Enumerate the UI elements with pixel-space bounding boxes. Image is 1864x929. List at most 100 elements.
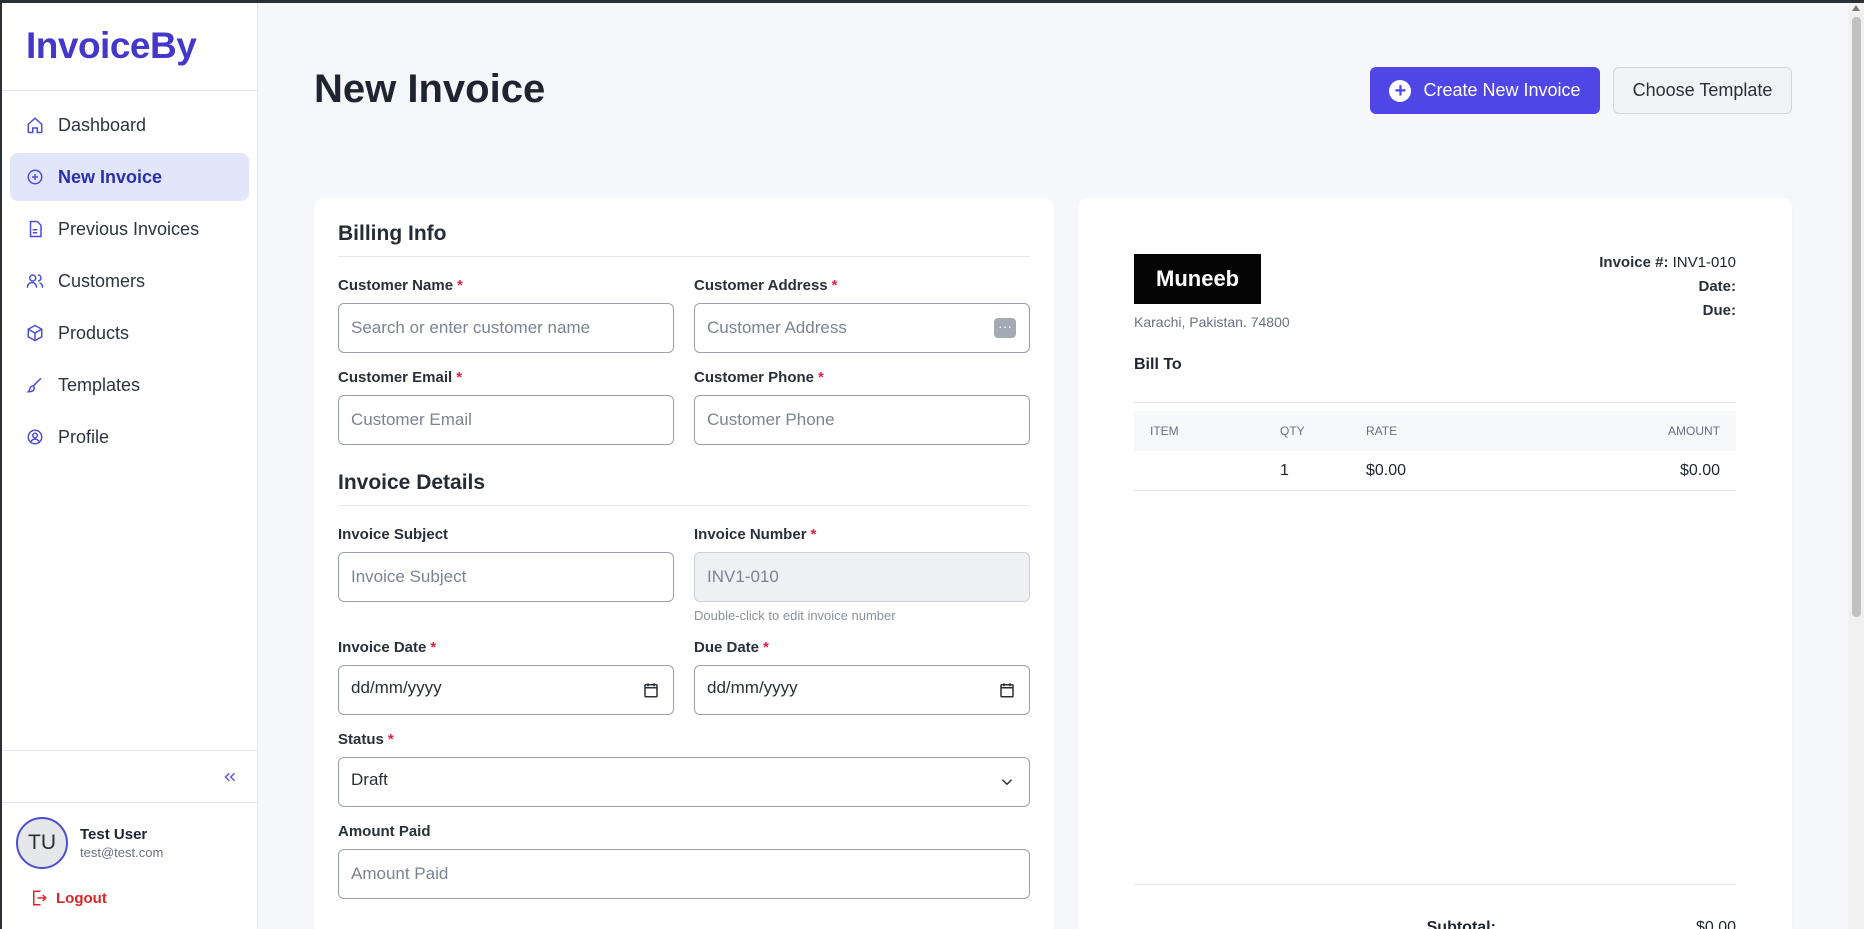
amount-paid-label: Amount Paid: [338, 823, 431, 840]
scroll-up-icon[interactable]: [1852, 5, 1860, 11]
sidebar-item-templates[interactable]: Templates: [10, 361, 249, 409]
chevron-down-icon: [1001, 779, 1013, 786]
customer-email-input[interactable]: [338, 395, 674, 445]
amount-cell: $0.00: [1679, 461, 1720, 479]
rate-cell: $0.00: [1366, 461, 1407, 479]
invoice-subject-label: Invoice Subject: [338, 526, 449, 543]
invoice-number-input[interactable]: [694, 552, 1030, 602]
column-header: QTY: [1280, 424, 1305, 438]
sidebar-item-dashboard[interactable]: Dashboard: [10, 101, 249, 149]
date-meta-label: Date:: [1698, 278, 1736, 295]
required-mark: *: [430, 639, 437, 656]
sidebar-item-label: Profile: [58, 426, 110, 447]
table-header: ITEM QTY RATE AMOUNT: [1134, 411, 1736, 451]
page-title: New Invoice: [314, 67, 546, 111]
billing-info-title: Billing Info: [338, 222, 1030, 257]
subtotal-value: $0.00: [1695, 919, 1736, 929]
totals: Subtotal: $0.00: [1134, 884, 1736, 929]
customer-name-label: Customer Name *: [338, 277, 674, 294]
status-label: Status *: [338, 731, 1030, 748]
sidebar-item-previous-invoices[interactable]: Previous Invoices: [10, 205, 249, 253]
user-circle-icon: [26, 428, 44, 446]
column-header: ITEM: [1150, 424, 1179, 438]
document-icon: [26, 220, 44, 238]
invoice-details-title: Invoice Details: [338, 471, 1030, 506]
sidebar-item-new-invoice[interactable]: New Invoice: [10, 153, 249, 201]
sidebar-item-label: New Invoice: [58, 166, 163, 187]
items-table: ITEM QTY RATE AMOUNT 1 $0.00 $0.00: [1134, 402, 1736, 491]
plus-circle-icon: [26, 168, 44, 186]
scrollbar-thumb[interactable]: [1852, 17, 1861, 617]
customer-address-input[interactable]: [694, 303, 1030, 353]
more-options-icon[interactable]: ···: [994, 318, 1016, 338]
invoice-date-label-text: Invoice Date: [338, 639, 427, 656]
invoice-date-value: dd/mm/yyyy: [351, 678, 442, 697]
customer-phone-label: Customer Phone *: [694, 369, 1030, 386]
page-scrollbar[interactable]: [1848, 3, 1864, 929]
invoice-number-meta-value: INV1-010: [1672, 254, 1736, 271]
table-row: 1 $0.00 $0.00: [1134, 451, 1736, 491]
calendar-icon[interactable]: [642, 681, 660, 699]
status-label-text: Status: [338, 731, 384, 748]
create-new-invoice-label: Create New Invoice: [1423, 80, 1581, 100]
create-new-invoice-button[interactable]: + Create New Invoice: [1370, 67, 1600, 114]
invoice-subject-input[interactable]: [338, 552, 674, 602]
status-value: Draft: [351, 770, 388, 789]
main-content: New Invoice + Create New Invoice Choose …: [258, 3, 1848, 929]
users-icon: [26, 272, 44, 290]
due-date-label-text: Due Date: [694, 639, 760, 656]
bill-to-heading: Bill To: [1134, 356, 1182, 373]
brand-logo[interactable]: InvoiceBy: [2, 3, 257, 91]
due-date-label: Due Date *: [694, 639, 1030, 656]
sidebar: InvoiceBy Dashboard New Invoice Previous…: [2, 3, 258, 929]
due-date-value: dd/mm/yyyy: [707, 678, 798, 697]
sidebar-item-products[interactable]: Products: [10, 309, 249, 357]
column-header: RATE: [1366, 424, 1398, 438]
invoice-number-meta-label: Invoice #:: [1599, 254, 1669, 271]
invoice-number-hint: Double-click to edit invoice number: [694, 608, 896, 623]
home-icon: [26, 116, 44, 134]
required-mark: *: [387, 731, 394, 748]
due-meta-label: Due:: [1702, 302, 1736, 319]
brush-icon: [26, 376, 44, 394]
invoice-number-label: Invoice Number *: [694, 526, 1030, 543]
amount-paid-input[interactable]: [338, 849, 1030, 899]
column-header: AMOUNT: [1668, 424, 1720, 438]
required-mark: *: [831, 277, 838, 294]
logout-icon: [33, 890, 47, 906]
avatar: TU: [16, 817, 68, 869]
required-mark: *: [457, 277, 463, 294]
invoice-date-label: Invoice Date *: [338, 639, 674, 656]
invoice-number-label-text: Invoice Number: [694, 526, 807, 543]
customer-email-label-text: Customer Email: [338, 369, 453, 386]
chevrons-left-icon: [224, 772, 236, 781]
sidebar-item-profile[interactable]: Profile: [10, 413, 249, 461]
status-select[interactable]: [338, 757, 1030, 807]
customer-name-input[interactable]: [338, 303, 674, 353]
customer-phone-label-text: Customer Phone: [694, 369, 815, 386]
required-mark: *: [456, 369, 463, 386]
invoice-preview: Muneeb Karachi, Pakistan. 74800 Invoice …: [1078, 198, 1792, 929]
customer-phone-input[interactable]: [694, 395, 1030, 445]
user-profile[interactable]: TU Test User test@test.com: [2, 803, 257, 875]
sidebar-item-customers[interactable]: Customers: [10, 257, 249, 305]
sidebar-item-label: Previous Invoices: [58, 218, 200, 239]
choose-template-button[interactable]: Choose Template: [1613, 67, 1792, 114]
qty-cell: 1: [1280, 461, 1289, 479]
collapse-sidebar-button[interactable]: [2, 751, 257, 803]
invoice-meta: Invoice #: INV1-010 Date: Due:: [1599, 254, 1736, 326]
sidebar-item-label: Customers: [58, 270, 146, 291]
logout-label: Logout: [56, 889, 107, 907]
sidebar-nav: Dashboard New Invoice Previous Invoices …: [2, 91, 257, 475]
company-name: Muneeb: [1134, 254, 1262, 304]
subtotal-label: Subtotal:: [1426, 919, 1496, 929]
logout-button[interactable]: Logout: [2, 875, 257, 929]
sidebar-item-label: Templates: [58, 374, 141, 395]
customer-name-label-text: Customer Name: [338, 277, 454, 294]
box-icon: [26, 324, 44, 342]
customer-address-label: Customer Address *: [694, 277, 1030, 294]
user-email: test@test.com: [80, 845, 164, 860]
invoice-form: Billing Info Customer Name* Customer Add…: [314, 198, 1054, 929]
calendar-icon[interactable]: [998, 681, 1016, 699]
customer-address-label-text: Customer Address: [694, 277, 828, 294]
